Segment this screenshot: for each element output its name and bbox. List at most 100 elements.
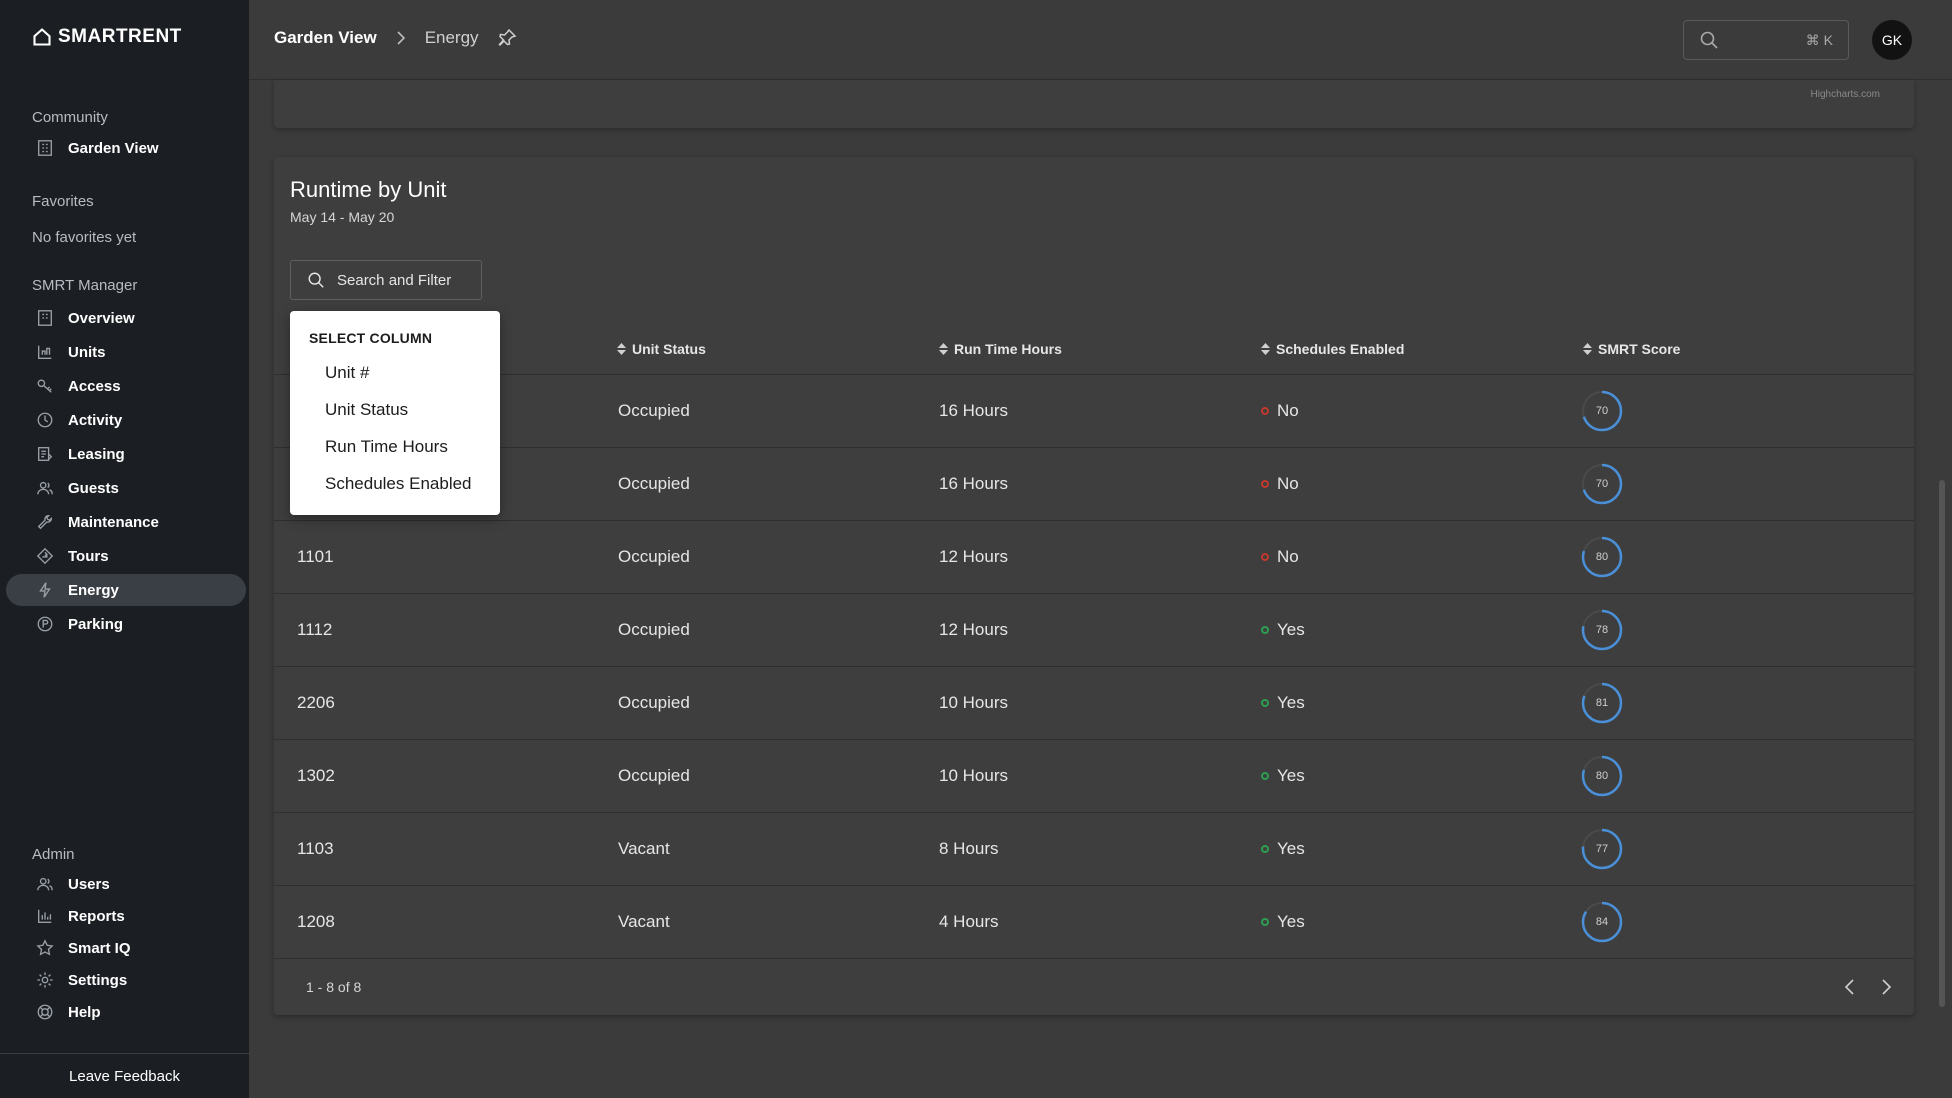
column-header-schedules-enabled[interactable]: Schedules Enabled xyxy=(1261,341,1404,357)
favorites-section-label: Favorites xyxy=(32,193,94,210)
breadcrumb-current: Energy xyxy=(424,28,479,47)
sidebar-item-label: Units xyxy=(68,343,106,361)
unit-number: 1208 xyxy=(297,912,335,931)
smrt-score-value: 84 xyxy=(1595,916,1609,928)
sort-icon xyxy=(939,343,948,355)
sidebar-item-help[interactable]: Help xyxy=(6,996,246,1028)
table-row[interactable]: 1208 Vacant 4 Hours Yes 84 xyxy=(274,886,1914,959)
menu-option-unit-number[interactable]: Unit # xyxy=(325,363,369,383)
sidebar-item-label: Smart IQ xyxy=(68,939,131,957)
sidebar-item-overview[interactable]: Overview xyxy=(6,302,246,334)
table-row[interactable]: 1302 Occupied 10 Hours Yes 80 xyxy=(274,740,1914,813)
table-row[interactable]: Occupied 16 Hours No 70 xyxy=(274,375,1914,448)
smartrent-logo[interactable]: SmartRent xyxy=(32,26,182,48)
sidebar-item-label: Maintenance xyxy=(68,513,159,531)
sidebar-item-parking[interactable]: Parking xyxy=(6,608,246,640)
status-dot-icon xyxy=(1261,917,1269,926)
smrt-score-gauge: 78 xyxy=(1581,609,1623,651)
unit-status: Occupied xyxy=(618,547,690,566)
run-time-hours: 12 Hours xyxy=(939,547,1008,566)
unit-status: Occupied xyxy=(618,620,690,639)
leave-feedback-button[interactable]: Leave Feedback xyxy=(0,1053,249,1098)
run-time-hours: 10 Hours xyxy=(939,693,1008,712)
unit-status: Vacant xyxy=(618,839,670,858)
clock-icon xyxy=(36,411,54,429)
smrt-score-value: 78 xyxy=(1595,624,1609,636)
help-icon xyxy=(36,1003,54,1021)
sidebar-item-guests[interactable]: Guests xyxy=(6,472,246,504)
gear-icon xyxy=(36,971,54,989)
smrt-score-gauge: 81 xyxy=(1581,682,1623,724)
sidebar-item-label: Help xyxy=(68,1003,101,1021)
date-range: May 14 - May 20 xyxy=(290,209,395,225)
chevron-right-icon[interactable] xyxy=(1876,977,1896,997)
community-garden-view[interactable]: Garden View xyxy=(6,132,246,164)
status-dot-icon xyxy=(1261,698,1269,707)
column-header-unit-status[interactable]: Unit Status xyxy=(617,341,706,357)
run-time-hours: 16 Hours xyxy=(939,474,1008,493)
smrt-score-gauge: 70 xyxy=(1581,390,1623,432)
sidebar-item-settings[interactable]: Settings xyxy=(6,964,246,996)
smrt-manager-section-label: SMRT Manager xyxy=(32,277,138,294)
sidebar-item-label: Overview xyxy=(68,309,135,327)
sidebar-item-smart-iq[interactable]: Smart IQ xyxy=(6,932,246,964)
sidebar-item-units[interactable]: Units xyxy=(6,336,246,368)
unit-status: Vacant xyxy=(618,912,670,931)
column-header-run-time-hours[interactable]: Run Time Hours xyxy=(939,341,1062,357)
table-row[interactable]: 2206 Occupied 10 Hours Yes 81 xyxy=(274,667,1914,740)
schedules-value: No xyxy=(1277,474,1299,493)
sidebar-item-activity[interactable]: Activity xyxy=(6,404,246,436)
search-and-filter-button[interactable]: Search and Filter xyxy=(290,260,482,300)
column-header-smrt-score[interactable]: SMRT Score xyxy=(1583,341,1680,357)
community-section-label: Community xyxy=(32,109,108,126)
sidebar-item-label: Parking xyxy=(68,615,124,633)
status-dot-icon xyxy=(1261,625,1269,634)
smrt-score-value: 81 xyxy=(1595,697,1609,709)
card-title: Runtime by Unit xyxy=(290,177,447,202)
status-dot-icon xyxy=(1261,844,1269,853)
table-header: Unit Status Run Time Hours Schedules Ena… xyxy=(274,327,1914,375)
table-row[interactable]: 1101 Occupied 12 Hours No 80 xyxy=(274,521,1914,594)
status-dot-icon xyxy=(1261,406,1269,415)
column-label: Schedules Enabled xyxy=(1276,341,1405,357)
chevron-left-icon[interactable] xyxy=(1840,977,1860,997)
top-bar: Garden View Energy ⌘ K GK xyxy=(249,0,1952,80)
parking-icon xyxy=(36,615,54,633)
scrollbar[interactable] xyxy=(1939,480,1945,1007)
schedules-value: Yes xyxy=(1277,839,1305,858)
sidebar-item-access[interactable]: Access xyxy=(6,370,246,402)
sidebar-item-label: Users xyxy=(68,875,110,893)
menu-option-run-time-hours[interactable]: Run Time Hours xyxy=(325,437,448,457)
schedules-enabled: Yes xyxy=(1261,839,1305,859)
sidebar-item-reports[interactable]: Reports xyxy=(6,900,246,932)
schedules-enabled: No xyxy=(1261,474,1299,494)
sidebar-item-leasing[interactable]: Leasing xyxy=(6,438,246,470)
sidebar-item-label: Settings xyxy=(68,971,128,989)
sidebar-item-users[interactable]: Users xyxy=(6,868,246,900)
sidebar-item-tours[interactable]: Tours xyxy=(6,540,246,572)
table-row[interactable]: Occupied 16 Hours No 70 xyxy=(274,448,1914,521)
breadcrumb-root[interactable]: Garden View xyxy=(274,28,377,48)
energy-chart-card: Highcharts.com xyxy=(274,80,1914,128)
smrt-score-value: 70 xyxy=(1595,478,1609,490)
menu-option-unit-status[interactable]: Unit Status xyxy=(325,400,408,420)
avatar[interactable]: GK xyxy=(1872,20,1912,60)
run-time-hours: 16 Hours xyxy=(939,401,1008,420)
table-row[interactable]: 1112 Occupied 12 Hours Yes 78 xyxy=(274,594,1914,667)
schedules-value: Yes xyxy=(1277,620,1305,639)
sidebar-item-maintenance[interactable]: Maintenance xyxy=(6,506,246,538)
menu-option-schedules-enabled[interactable]: Schedules Enabled xyxy=(325,474,472,494)
unit-number: 2206 xyxy=(297,693,335,712)
sidebar-item-energy[interactable]: Energy xyxy=(6,574,246,606)
pin-icon[interactable] xyxy=(497,28,517,48)
table-row[interactable]: 1103 Vacant 8 Hours Yes 77 xyxy=(274,813,1914,886)
unit-number: 1101 xyxy=(297,547,334,566)
highcharts-credits[interactable]: Highcharts.com xyxy=(1811,89,1880,100)
schedules-enabled: Yes xyxy=(1261,620,1305,640)
breadcrumb: Garden View Energy xyxy=(274,28,517,48)
global-search[interactable]: ⌘ K xyxy=(1683,20,1849,60)
sidebar-item-label: Tours xyxy=(68,547,109,565)
users-icon xyxy=(36,875,54,893)
guests-icon xyxy=(36,479,54,497)
home-logo-icon xyxy=(33,28,51,46)
